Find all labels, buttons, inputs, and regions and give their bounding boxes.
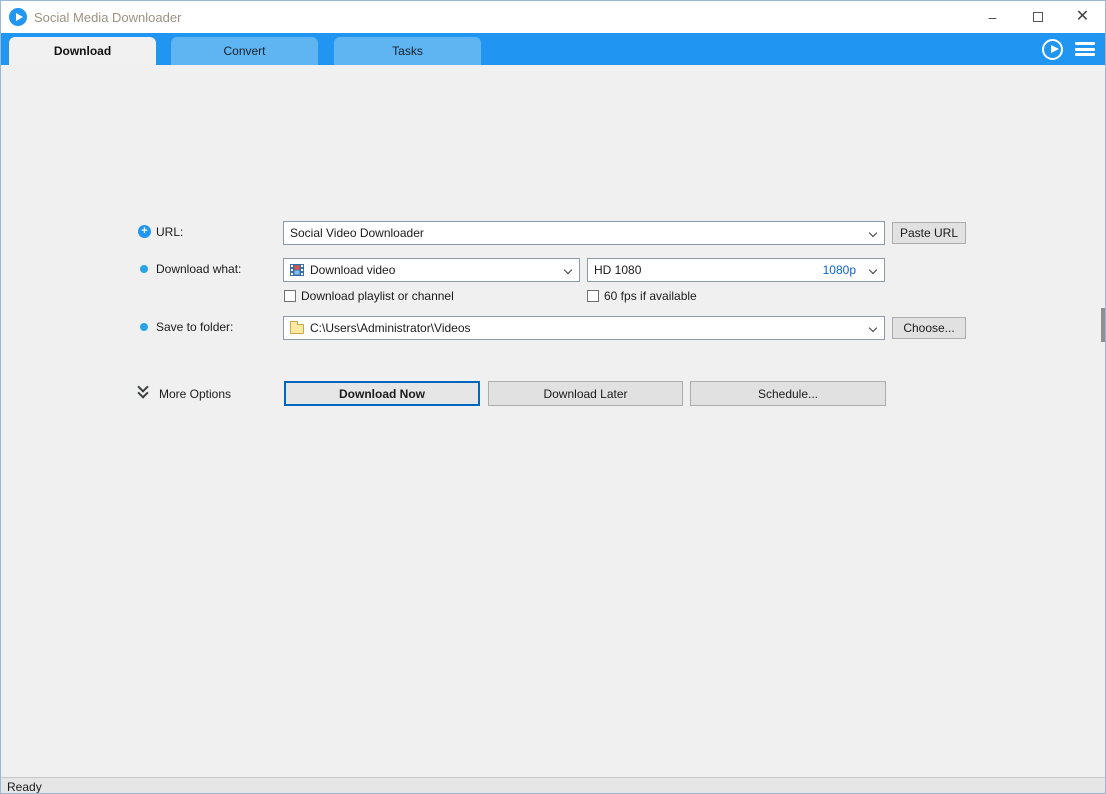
titlebar: Social Media Downloader – ✕ bbox=[1, 1, 1105, 33]
film-icon bbox=[290, 264, 304, 276]
menu-icon[interactable] bbox=[1075, 42, 1095, 56]
play-circle-icon[interactable] bbox=[1042, 39, 1063, 60]
url-combobox[interactable]: Social Video Downloader bbox=[283, 221, 885, 245]
quality-value: HD 1080 bbox=[594, 263, 641, 277]
download-type-combobox[interactable]: Download video bbox=[283, 258, 580, 282]
download-type-value: Download video bbox=[310, 263, 395, 277]
statusbar: Ready bbox=[1, 777, 1105, 794]
minimize-button[interactable]: – bbox=[970, 1, 1015, 33]
chevron-down-icon bbox=[564, 266, 572, 274]
save-folder-label: Save to folder: bbox=[156, 320, 233, 334]
window-title: Social Media Downloader bbox=[34, 10, 181, 25]
tabbar-icons bbox=[1042, 33, 1105, 65]
tab-convert[interactable]: Convert bbox=[171, 37, 318, 65]
download-what-label: Download what: bbox=[156, 262, 241, 276]
fps-checkbox-label: 60 fps if available bbox=[604, 289, 697, 303]
tab-download[interactable]: Download bbox=[9, 37, 156, 65]
maximize-icon bbox=[1033, 12, 1043, 22]
tab-tasks[interactable]: Tasks bbox=[334, 37, 481, 65]
chevron-down-icon bbox=[869, 229, 877, 237]
more-options-label[interactable]: More Options bbox=[159, 387, 231, 401]
main-content: + URL: Social Video Downloader Paste URL… bbox=[1, 65, 1105, 777]
schedule-button[interactable]: Schedule... bbox=[690, 381, 886, 406]
close-button[interactable]: ✕ bbox=[1060, 1, 1105, 33]
tabbar: Download Convert Tasks bbox=[1, 33, 1105, 65]
fps-checkbox[interactable] bbox=[587, 290, 599, 302]
add-url-icon[interactable]: + bbox=[138, 225, 151, 238]
window-controls: – ✕ bbox=[970, 1, 1105, 33]
playlist-checkbox-label: Download playlist or channel bbox=[301, 289, 454, 303]
playlist-checkbox[interactable] bbox=[284, 290, 296, 302]
bullet-icon bbox=[140, 265, 148, 273]
playlist-checkbox-row[interactable]: Download playlist or channel bbox=[284, 289, 454, 303]
download-later-button[interactable]: Download Later bbox=[488, 381, 683, 406]
double-chevron-down-icon[interactable] bbox=[136, 383, 150, 399]
status-text: Ready bbox=[7, 780, 42, 794]
fps-checkbox-row[interactable]: 60 fps if available bbox=[587, 289, 697, 303]
chevron-down-icon bbox=[869, 266, 877, 274]
url-label: URL: bbox=[156, 225, 183, 239]
download-now-button[interactable]: Download Now bbox=[284, 381, 480, 406]
quality-combobox[interactable]: HD 1080 1080p bbox=[587, 258, 885, 282]
bullet-icon bbox=[140, 323, 148, 331]
folder-icon bbox=[290, 324, 304, 334]
choose-folder-button[interactable]: Choose... bbox=[892, 317, 966, 339]
paste-url-button[interactable]: Paste URL bbox=[892, 222, 966, 244]
quality-tag: 1080p bbox=[823, 263, 856, 277]
app-window: Social Media Downloader – ✕ Download Con… bbox=[0, 0, 1106, 794]
save-folder-combobox[interactable]: C:\Users\Administrator\Videos bbox=[283, 316, 885, 340]
scrollbar-thumb[interactable] bbox=[1101, 308, 1105, 342]
url-value: Social Video Downloader bbox=[290, 226, 424, 240]
app-logo-icon bbox=[9, 8, 27, 26]
chevron-down-icon bbox=[869, 324, 877, 332]
save-folder-value: C:\Users\Administrator\Videos bbox=[310, 321, 471, 335]
maximize-button[interactable] bbox=[1015, 1, 1060, 33]
